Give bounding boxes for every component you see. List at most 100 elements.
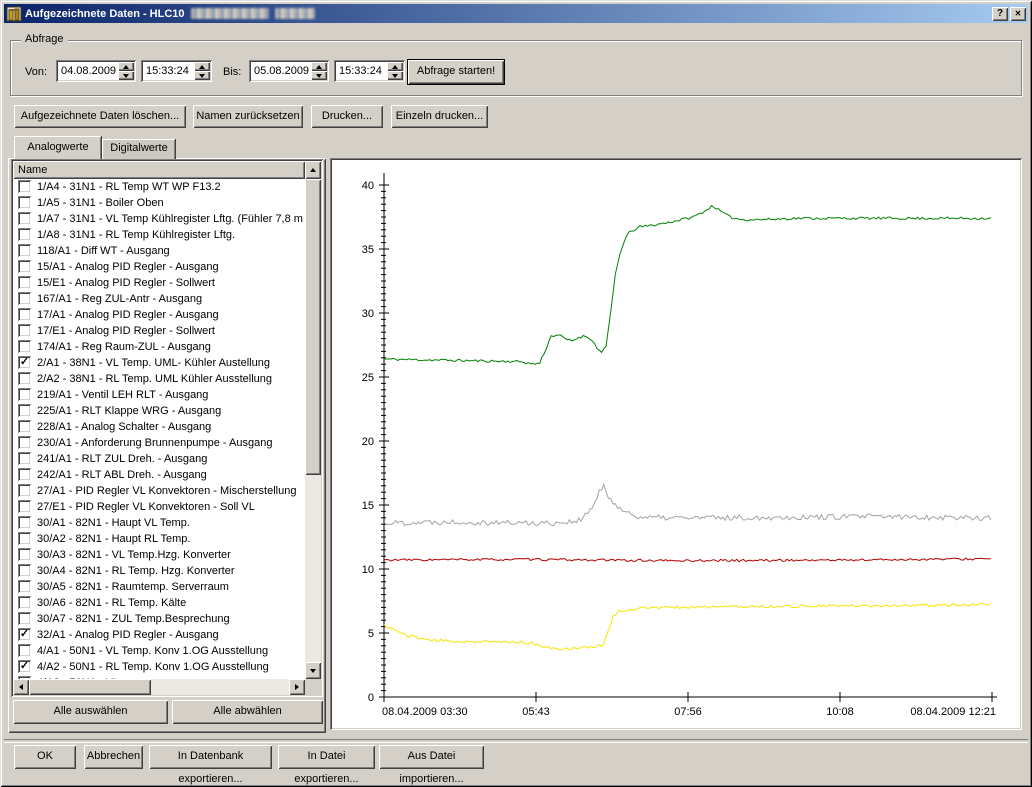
item-checkbox[interactable] — [18, 564, 31, 577]
list-item[interactable]: 167/A1 - Reg ZUL-Antr - Ausgang — [13, 291, 305, 307]
item-checkbox[interactable] — [18, 244, 31, 257]
item-checkbox[interactable] — [18, 404, 31, 417]
von-date-value[interactable]: 04.08.2009 — [61, 60, 118, 82]
von-date-field[interactable]: 04.08.2009 — [56, 60, 136, 82]
bis-date-spin-up-icon[interactable] — [311, 62, 327, 71]
list-item[interactable]: 174/A1 - Reg Raum-ZUL - Ausgang — [13, 339, 305, 355]
list-item[interactable]: 1/A4 - 31N1 - RL Temp WT WP F13.2 — [13, 179, 305, 195]
item-checkbox[interactable]: ✓ — [18, 356, 31, 369]
item-checkbox[interactable] — [18, 452, 31, 465]
item-checkbox[interactable] — [18, 436, 31, 449]
von-date-spin-up-icon[interactable] — [118, 62, 134, 71]
list-item[interactable]: ✓2/A1 - 38N1 - VL Temp. UML- Kühler Aust… — [13, 355, 305, 371]
von-date-spin-down-icon[interactable] — [118, 71, 134, 80]
bis-date-value[interactable]: 05.08.2009 — [254, 60, 311, 82]
list-item[interactable]: 4/A1 - 50N1 - VL Temp. Konv 1.OG Ausstel… — [13, 643, 305, 659]
list-item[interactable]: 118/A1 - Diff WT - Ausgang — [13, 243, 305, 259]
vscroll-thumb[interactable] — [305, 179, 321, 475]
item-checkbox[interactable] — [18, 484, 31, 497]
item-checkbox[interactable]: ✓ — [18, 660, 31, 673]
item-checkbox[interactable] — [18, 180, 31, 193]
item-checkbox[interactable] — [18, 516, 31, 529]
reset-names-button[interactable]: Namen zurücksetzen — [193, 105, 303, 128]
deselect-all-button[interactable]: Alle abwählen — [172, 700, 323, 724]
list-item[interactable]: 27/E1 - PID Regler VL Konvektoren - Soll… — [13, 499, 305, 515]
list-item[interactable]: 2/A2 - 38N1 - RL Temp. UML Kühler Ausste… — [13, 371, 305, 387]
item-checkbox[interactable] — [18, 500, 31, 513]
bis-time-spin-up-icon[interactable] — [387, 62, 403, 71]
hscroll-right-button[interactable] — [289, 679, 305, 695]
item-checkbox[interactable] — [18, 324, 31, 337]
close-button[interactable]: ✕ — [1010, 7, 1026, 21]
delete-recorded-data-button[interactable]: Aufgezeichnete Daten löschen... — [14, 105, 186, 128]
item-checkbox[interactable]: ✓ — [18, 628, 31, 641]
item-checkbox[interactable] — [18, 212, 31, 225]
item-checkbox[interactable] — [18, 308, 31, 321]
hscroll-left-button[interactable] — [13, 679, 29, 695]
item-checkbox[interactable] — [18, 292, 31, 305]
bis-time-value[interactable]: 15:33:24 — [339, 60, 387, 82]
list-item[interactable]: 228/A1 - Analog Schalter - Ausgang — [13, 419, 305, 435]
item-checkbox[interactable] — [18, 612, 31, 625]
list-item[interactable]: 30/A3 - 82N1 - VL Temp.Hzg. Konverter — [13, 547, 305, 563]
bis-time-spin-down-icon[interactable] — [387, 71, 403, 80]
list-item[interactable]: 219/A1 - Ventil LEH RLT - Ausgang — [13, 387, 305, 403]
print-button[interactable]: Drucken... — [311, 105, 383, 128]
von-time-spin-down-icon[interactable] — [194, 71, 210, 80]
von-time-spin-up-icon[interactable] — [194, 62, 210, 71]
bis-date-field[interactable]: 05.08.2009 — [249, 60, 329, 82]
list-item[interactable]: 1/A5 - 31N1 - Boiler Oben — [13, 195, 305, 211]
item-checkbox[interactable] — [18, 228, 31, 241]
import-file-button[interactable]: Aus Datei importieren... — [379, 745, 484, 769]
list-item[interactable]: 30/A4 - 82N1 - RL Temp. Hzg. Konverter — [13, 563, 305, 579]
list-item[interactable]: ✓32/A1 - Analog PID Regler - Ausgang — [13, 627, 305, 643]
item-checkbox[interactable] — [18, 644, 31, 657]
hscroll-thumb[interactable] — [29, 679, 151, 695]
list-item[interactable]: 241/A1 - RLT ZUL Dreh. - Ausgang — [13, 451, 305, 467]
select-all-button[interactable]: Alle auswählen — [13, 700, 168, 724]
von-time-field[interactable]: 15:33:24 — [141, 60, 212, 82]
bis-time-field[interactable]: 15:33:24 — [334, 60, 405, 82]
list-item[interactable]: 1/A7 - 31N1 - VL Temp Kühlregister Lftg.… — [13, 211, 305, 227]
export-file-button[interactable]: In Datei exportieren... — [278, 745, 375, 769]
help-button[interactable]: ? — [992, 7, 1008, 21]
list-item[interactable]: 230/A1 - Anforderung Brunnenpumpe - Ausg… — [13, 435, 305, 451]
bis-date-spin-down-icon[interactable] — [311, 71, 327, 80]
tab-analogwerte[interactable]: Analogwerte — [14, 136, 102, 159]
list-item[interactable]: 30/A2 - 82N1 - Haupt RL Temp. — [13, 531, 305, 547]
list-item[interactable]: 15/A1 - Analog PID Regler - Ausgang — [13, 259, 305, 275]
item-checkbox[interactable] — [18, 276, 31, 289]
vscroll-down-button[interactable] — [305, 662, 321, 679]
item-checkbox[interactable] — [18, 548, 31, 561]
list-item[interactable]: 30/A6 - 82N1 - RL Temp. Kälte — [13, 595, 305, 611]
item-checkbox[interactable] — [18, 340, 31, 353]
item-checkbox[interactable] — [18, 532, 31, 545]
export-database-button[interactable]: In Datenbank exportieren... — [149, 745, 272, 769]
list-item[interactable]: ✓4/A2 - 50N1 - RL Temp. Konv 1.OG Ausste… — [13, 659, 305, 675]
list-item[interactable]: 30/A1 - 82N1 - Haupt VL Temp. — [13, 515, 305, 531]
item-checkbox[interactable] — [18, 388, 31, 401]
ok-button[interactable]: OK — [14, 745, 76, 769]
item-checkbox[interactable] — [18, 580, 31, 593]
print-single-button[interactable]: Einzeln drucken... — [391, 105, 488, 128]
start-query-button[interactable]: Abfrage starten! — [407, 59, 505, 85]
list-item[interactable]: 30/A5 - 82N1 - Raumtemp. Serverraum — [13, 579, 305, 595]
tab-digitalwerte[interactable]: Digitalwerte — [102, 139, 176, 159]
list-item[interactable]: 15/E1 - Analog PID Regler - Sollwert — [13, 275, 305, 291]
item-checkbox[interactable] — [18, 596, 31, 609]
name-column-header[interactable]: Name — [13, 161, 305, 179]
list-item[interactable]: 1/A8 - 31N1 - RL Temp Kühlregister Lftg. — [13, 227, 305, 243]
item-checkbox[interactable] — [18, 468, 31, 481]
vscroll-up-button[interactable] — [305, 161, 321, 179]
item-checkbox[interactable] — [18, 196, 31, 209]
item-checkbox[interactable] — [18, 420, 31, 433]
von-time-value[interactable]: 15:33:24 — [146, 60, 194, 82]
list-item[interactable]: 30/A7 - 82N1 - ZUL Temp.Besprechung — [13, 611, 305, 627]
list-item[interactable]: 17/E1 - Analog PID Regler - Sollwert — [13, 323, 305, 339]
list-item[interactable]: 225/A1 - RLT Klappe WRG - Ausgang — [13, 403, 305, 419]
list-item[interactable]: 17/A1 - Analog PID Regler - Ausgang — [13, 307, 305, 323]
item-checkbox[interactable] — [18, 372, 31, 385]
list-item[interactable]: 27/A1 - PID Regler VL Konvektoren - Misc… — [13, 483, 305, 499]
cancel-button[interactable]: Abbrechen — [84, 745, 143, 769]
list-item[interactable]: 242/A1 - RLT ABL Dreh. - Ausgang — [13, 467, 305, 483]
